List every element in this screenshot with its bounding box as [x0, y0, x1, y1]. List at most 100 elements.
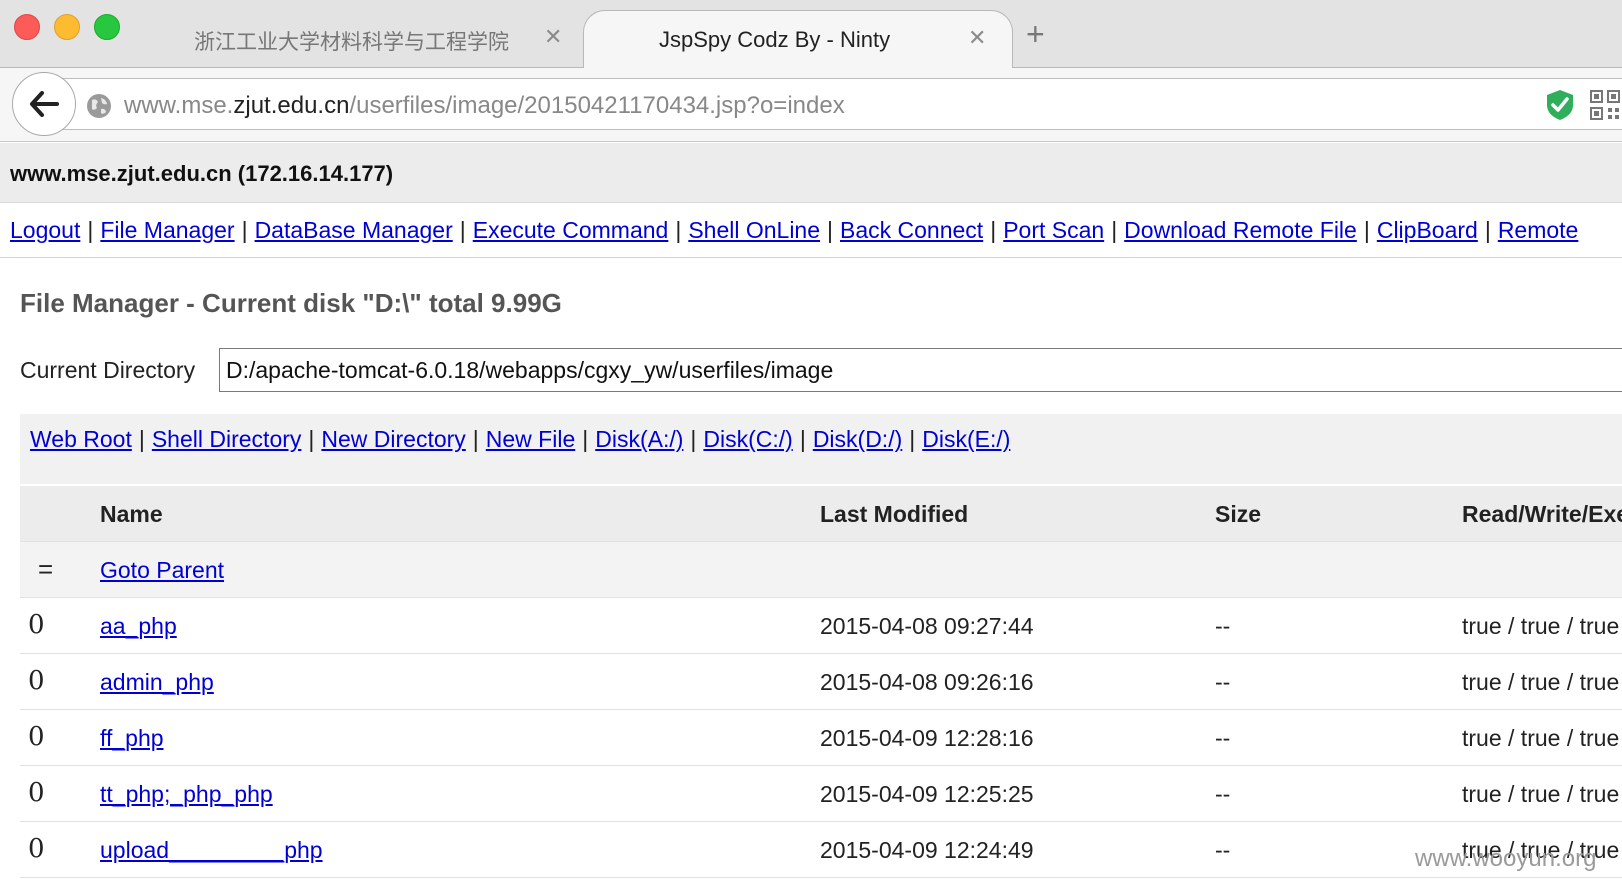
tab-jspspy[interactable]: JspSpy Codz By - Ninty ✕ — [583, 10, 1013, 68]
link-separator: | — [690, 426, 697, 452]
link-separator: | — [472, 426, 479, 452]
tab-title: 浙江工业大学材料科学与工程学院 — [194, 30, 509, 54]
menu-separator: | — [87, 217, 94, 243]
file-permissions: true / true / true — [1462, 669, 1620, 695]
link-disk-e[interactable]: Disk(E:/) — [922, 426, 1010, 452]
link-new-file[interactable]: New File — [486, 426, 575, 452]
header-last-modified: Last Modified — [820, 501, 969, 527]
file-permissions: true / true / true — [1462, 781, 1620, 807]
header-permissions: Read/Write/Execute — [1462, 501, 1622, 527]
link-separator: | — [799, 426, 806, 452]
link-separator: | — [308, 426, 315, 452]
url-host: zjut.edu.cn — [233, 92, 350, 119]
file-modified: 2015-04-09 12:28:16 — [820, 725, 1034, 751]
file-modified: 2015-04-09 12:24:49 — [820, 837, 1034, 863]
directory-icon: 0 — [28, 834, 45, 864]
menu-separator: | — [459, 217, 466, 243]
file-size: -- — [1215, 725, 1231, 751]
table-row: 0 tt_php;_php_php 2015-04-09 12:25:25 --… — [20, 766, 1622, 822]
link-separator: | — [582, 426, 589, 452]
file-name-link[interactable]: aa_php — [100, 613, 177, 639]
menu-separator: | — [241, 217, 248, 243]
host-banner: www.mse.zjut.edu.cn (172.16.14.177) — [0, 143, 1622, 203]
back-arrow-icon — [30, 91, 59, 117]
file-size: -- — [1215, 669, 1231, 695]
file-name-link[interactable]: ff_php — [100, 725, 164, 751]
parent-icon: = — [38, 554, 54, 584]
menu-back-connect[interactable]: Back Connect — [840, 217, 983, 243]
directory-icon: 0 — [28, 666, 45, 696]
file-table: Name Last Modified Size Read/Write/Execu… — [20, 486, 1622, 878]
table-row: 0 ff_php 2015-04-09 12:28:16 -- true / t… — [20, 710, 1622, 766]
menu-clipboard[interactable]: ClipBoard — [1377, 217, 1478, 243]
table-row: 0 aa_php 2015-04-08 09:27:44 -- true / t… — [20, 598, 1622, 654]
file-size: -- — [1215, 781, 1231, 807]
directory-icon: 0 — [28, 722, 45, 752]
current-directory-label: Current Directory — [20, 357, 196, 383]
close-icon[interactable]: ✕ — [544, 24, 562, 50]
file-size: -- — [1215, 837, 1231, 863]
url-prefix: www.mse. — [124, 92, 234, 119]
link-disk-a[interactable]: Disk(A:/) — [595, 426, 683, 452]
menu-database-manager[interactable]: DataBase Manager — [255, 217, 453, 243]
goto-parent-link[interactable]: Goto Parent — [100, 557, 224, 583]
tab-bar: 浙江工业大学材料科学与工程学院 ✕ JspSpy Codz By - Ninty… — [0, 0, 1622, 68]
link-disk-c[interactable]: Disk(C:/) — [703, 426, 792, 452]
menu-download-remote-file[interactable]: Download Remote File — [1124, 217, 1357, 243]
table-row: 0 admin_php 2015-04-08 09:26:16 -- true … — [20, 654, 1622, 710]
menu-shell-online[interactable]: Shell OnLine — [688, 217, 820, 243]
new-tab-button[interactable]: + — [1026, 18, 1045, 50]
globe-icon — [87, 94, 111, 118]
back-button[interactable] — [12, 72, 76, 136]
menu-file-manager[interactable]: File Manager — [100, 217, 234, 243]
link-web-root[interactable]: Web Root — [30, 426, 132, 452]
header-name: Name — [100, 501, 163, 527]
goto-parent-row: = Goto Parent — [20, 542, 1622, 598]
link-disk-d[interactable]: Disk(D:/) — [813, 426, 902, 452]
menu-separator: | — [1111, 217, 1118, 243]
close-icon[interactable]: ✕ — [968, 25, 986, 51]
link-new-directory[interactable]: New Directory — [321, 426, 465, 452]
link-separator: | — [138, 426, 145, 452]
page-title: File Manager - Current disk "D:\" total … — [20, 288, 562, 318]
menu-execute-command[interactable]: Execute Command — [473, 217, 669, 243]
file-name-link[interactable]: upload_________php — [100, 837, 323, 863]
menu-separator: | — [827, 217, 833, 243]
tab-school-site[interactable]: 浙江工业大学材料科学与工程学院 ✕ — [150, 10, 590, 68]
quick-links-bar: Web Root | Shell Directory | New Directory | N… — [20, 414, 1622, 484]
menu-logout[interactable]: Logout — [10, 217, 80, 243]
navigation-bar: www.mse.zjut.edu.cn/userfiles/image/2015… — [0, 68, 1622, 142]
link-shell-directory[interactable]: Shell Directory — [152, 426, 302, 452]
table-row: 0 upload_________php 2015-04-09 12:24:49… — [20, 822, 1622, 878]
menu-divider — [0, 257, 1622, 258]
qr-code-icon[interactable] — [1590, 90, 1620, 120]
tab-title: JspSpy Codz By - Ninty — [659, 27, 891, 52]
url-path: /userfiles/image/20150421170434.jsp?o=in… — [349, 92, 845, 119]
shield-check-icon[interactable] — [1545, 88, 1575, 122]
watermark: www.wooyun.org — [1415, 845, 1597, 872]
menu-port-scan[interactable]: Port Scan — [1003, 217, 1104, 243]
file-size: -- — [1215, 613, 1231, 639]
host-line: www.mse.zjut.edu.cn (172.16.14.177) — [10, 161, 394, 186]
directory-icon: 0 — [28, 778, 45, 808]
minimize-window-button[interactable] — [54, 14, 80, 40]
file-modified: 2015-04-08 09:26:16 — [820, 669, 1034, 695]
menu-remote[interactable]: Remote — [1498, 217, 1579, 243]
file-modified: 2015-04-08 09:27:44 — [820, 613, 1034, 639]
menu-separator: | — [990, 217, 997, 243]
menu-separator: | — [675, 217, 682, 243]
menu-separator: | — [1484, 217, 1491, 243]
file-modified: 2015-04-09 12:25:25 — [820, 781, 1034, 807]
zoom-window-button[interactable] — [94, 14, 120, 40]
quick-links: Web Root | Shell Directory | New Directory | N… — [30, 426, 1010, 453]
file-name-link[interactable]: admin_php — [100, 669, 214, 695]
current-directory-input[interactable] — [219, 348, 1622, 392]
menu-separator: | — [1363, 217, 1370, 243]
main-menu: Logout | File Manager | DataBase Manager | Exe… — [10, 217, 1578, 244]
file-permissions: true / true / true — [1462, 613, 1620, 639]
directory-icon: 0 — [28, 610, 45, 640]
close-window-button[interactable] — [14, 14, 40, 40]
url-text[interactable]: www.mse.zjut.edu.cn/userfiles/image/2015… — [124, 92, 845, 120]
file-name-link[interactable]: tt_php;_php_php — [100, 781, 273, 807]
header-size: Size — [1215, 501, 1262, 527]
